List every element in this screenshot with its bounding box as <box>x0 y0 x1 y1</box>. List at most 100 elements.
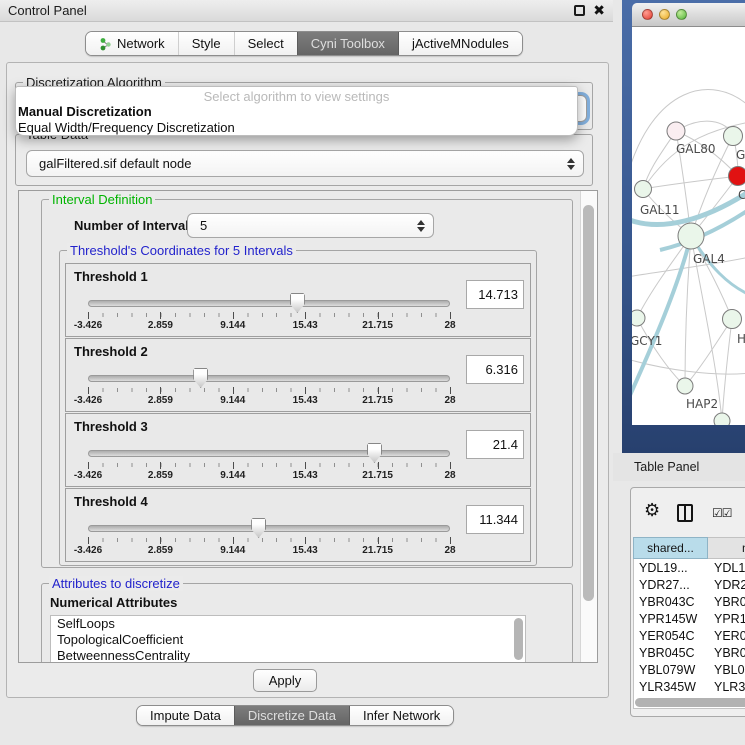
tab-discretize-data[interactable]: Discretize Data <box>234 706 349 725</box>
number-of-intervals-combobox[interactable]: 5 <box>187 213 434 238</box>
slider-track[interactable] <box>88 525 450 532</box>
list-item[interactable]: SelfLoops <box>51 616 525 632</box>
node-red-selected[interactable] <box>729 167 745 186</box>
control-panel-titlebar: Control Panel ✖ <box>0 0 613 22</box>
table-row[interactable]: YPR145WYPR1 <box>633 610 745 627</box>
vertical-scrollbar[interactable] <box>580 191 597 662</box>
combo-spinner-icon <box>563 158 579 170</box>
table-row[interactable]: YLR345WYLR3 <box>633 678 745 695</box>
interval-definition-title: Interval Definition <box>49 192 155 207</box>
apply-button[interactable]: Apply <box>253 669 317 692</box>
slider-thumb[interactable] <box>367 443 382 463</box>
tab-cyni-toolbox[interactable]: Cyni Toolbox <box>297 32 398 55</box>
table-row[interactable]: YBR045CYBR0 <box>633 644 745 661</box>
threshold-3-slider[interactable]: -3.426 2.859 9.144 15.43 21.715 28 <box>88 440 450 482</box>
list-item[interactable]: BetweennessCentrality <box>51 648 525 663</box>
attributes-section-title: Attributes to discretize <box>49 576 183 591</box>
node-hap2[interactable] <box>677 378 693 394</box>
algorithm-option-equal-width[interactable]: Equal Width/Frequency Discretization <box>16 120 577 136</box>
vertical-scrollbar-thumb[interactable] <box>583 205 594 601</box>
threshold-4-value-field[interactable] <box>466 505 524 534</box>
minimize-traffic-light-icon[interactable] <box>659 9 670 20</box>
node-gal11[interactable] <box>635 181 652 198</box>
threshold-3-label: Threshold 3 <box>74 419 148 434</box>
node-label-gal4: GAL4 <box>693 252 725 266</box>
table-row[interactable]: YER054CYER0 <box>633 627 745 644</box>
threshold-2-slider[interactable]: -3.426 2.859 9.144 15.43 21.715 28 <box>88 365 450 407</box>
column-split-icon[interactable] <box>677 504 693 522</box>
slider-track[interactable] <box>88 450 450 457</box>
tab-infer-network[interactable]: Infer Network <box>349 706 453 725</box>
zoom-traffic-light-icon[interactable] <box>676 9 687 20</box>
table-row[interactable]: YBL079WYBL0 <box>633 661 745 678</box>
combo-spinner-icon <box>413 220 429 232</box>
node-table-header-row: shared... n <box>633 537 745 559</box>
tab-network[interactable]: Network <box>86 32 178 55</box>
threshold-4-panel: Threshold 4 -3.426 2.859 9.144 15.43 <box>65 488 531 562</box>
list-scrollbar-thumb[interactable] <box>514 618 523 660</box>
tab-style[interactable]: Style <box>178 32 234 55</box>
algorithm-placeholder-option[interactable]: Select algorithm to view settings <box>16 89 577 104</box>
slider-thumb[interactable] <box>290 293 305 313</box>
gear-icon[interactable]: ⚙ <box>644 500 660 521</box>
threshold-1-label: Threshold 1 <box>74 269 148 284</box>
slider-track[interactable] <box>88 300 450 307</box>
node-h[interactable] <box>723 310 742 329</box>
table-row[interactable]: YBR043CYBR0 <box>633 593 745 610</box>
node-label-clipped-ga: GA <box>736 148 745 162</box>
attributes-section: Attributes to discretize Numerical Attri… <box>41 583 573 663</box>
select-columns-checkboxes-icon[interactable]: ☑☑ <box>712 506 732 520</box>
node-gal4[interactable] <box>678 223 704 249</box>
network-icon <box>99 37 112 51</box>
numerical-attributes-label: Numerical Attributes <box>50 595 177 610</box>
node-top-right[interactable] <box>724 127 743 146</box>
column-header-shared[interactable]: shared... <box>633 537 708 559</box>
number-of-intervals-label: Number of Intervals <box>74 218 196 233</box>
node-label-clipped-c: C <box>738 188 745 202</box>
slider-track[interactable] <box>88 375 450 382</box>
table-data-section: Table Data galFiltered.sif default node <box>15 134 593 186</box>
horizontal-scrollbar-thumb[interactable] <box>635 698 745 707</box>
node-label-gcy1: GCY1 <box>632 334 662 348</box>
close-icon[interactable]: ✖ <box>593 4 605 17</box>
table-data-value: galFiltered.sif default node <box>27 156 563 171</box>
threshold-2-value-field[interactable] <box>466 355 524 384</box>
slider-thumb[interactable] <box>193 368 208 388</box>
threshold-1-value-field[interactable] <box>466 280 524 309</box>
slider-thumb[interactable] <box>251 518 266 538</box>
threshold-1-slider[interactable]: -3.426 2.859 9.144 15.43 21.715 28 <box>88 290 450 332</box>
network-window-titlebar[interactable] <box>632 3 745 27</box>
table-row[interactable]: YDR27...YDR2 <box>633 576 745 593</box>
bottom-tabbar: Impute Data Discretize Data Infer Networ… <box>136 705 454 726</box>
slider-minor-ticks <box>88 538 450 542</box>
thresholds-section-title: Threshold's Coordinates for 5 Intervals <box>67 243 296 258</box>
list-item[interactable]: TopologicalCoefficient <box>51 632 525 648</box>
node-table-rows: YDL19...YDL1 YDR27...YDR2 YBR043CYBR0 YP… <box>633 559 745 698</box>
column-header-name[interactable]: n <box>708 537 745 559</box>
close-traffic-light-icon[interactable] <box>642 9 653 20</box>
threshold-2-label: Threshold 2 <box>74 344 148 359</box>
settings-scrollpane: Interval Definition Number of Intervals … <box>18 190 598 663</box>
number-of-intervals-value: 5 <box>188 218 413 233</box>
threshold-3-value-field[interactable] <box>466 430 524 459</box>
thresholds-section: Threshold's Coordinates for 5 Intervals … <box>59 250 537 566</box>
control-panel-tabbar: Network Style Select Cyni Toolbox jActiv… <box>85 31 523 56</box>
table-data-combobox[interactable]: galFiltered.sif default node <box>26 150 584 177</box>
node-gal80[interactable] <box>667 122 685 140</box>
numerical-attributes-list[interactable]: SelfLoops TopologicalCoefficient Between… <box>50 615 526 663</box>
tab-impute-data[interactable]: Impute Data <box>137 706 234 725</box>
node-bottom-partial[interactable] <box>714 413 730 425</box>
threshold-4-slider[interactable]: -3.426 2.859 9.144 15.43 21.715 28 <box>88 515 450 557</box>
table-row[interactable]: YDL19...YDL1 <box>633 559 745 576</box>
slider-minor-ticks <box>88 313 450 317</box>
node-label-gal80: GAL80 <box>676 142 715 156</box>
algorithm-option-manual[interactable]: Manual Discretization <box>16 104 577 120</box>
float-window-icon[interactable] <box>574 5 585 16</box>
node-label-hap2: HAP2 <box>686 397 718 411</box>
node-gcy1[interactable] <box>632 310 645 326</box>
table-panel-header: Table Panel <box>613 453 745 481</box>
tab-select[interactable]: Select <box>234 32 297 55</box>
tab-jactivemnodules[interactable]: jActiveMNodules <box>398 32 522 55</box>
network-canvas[interactable]: GAL80 GA C GAL11 GAL4 GCY1 H HAP2 <box>632 27 745 425</box>
node-label-gal11: GAL11 <box>640 203 679 217</box>
